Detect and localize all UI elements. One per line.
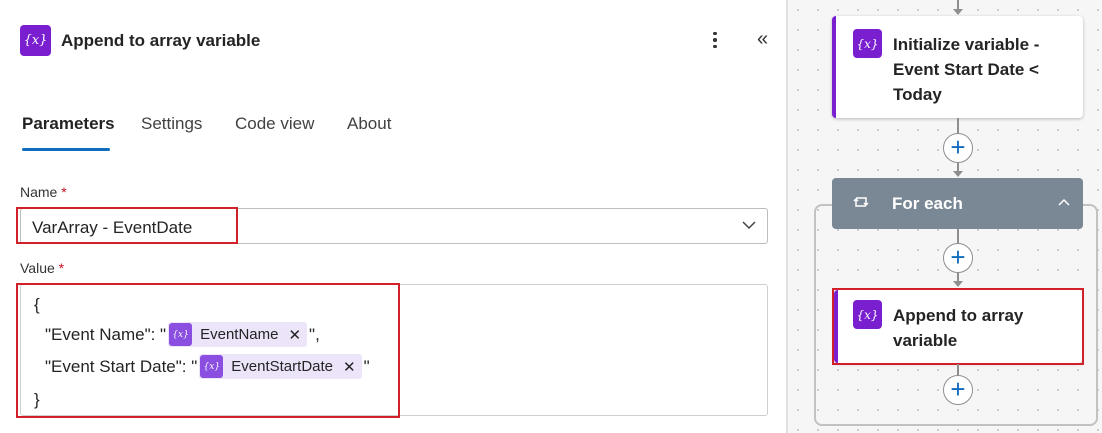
append-card-highlight-box (832, 288, 1084, 365)
variable-icon: {x} (853, 29, 882, 58)
value-label: Value * (20, 260, 64, 276)
chevron-down-icon (742, 221, 756, 230)
foreach-header[interactable]: For each (832, 178, 1083, 229)
tab-parameters[interactable]: Parameters (22, 114, 115, 134)
required-mark: * (58, 260, 65, 276)
connector-arrow (953, 171, 963, 177)
active-tab-indicator (22, 148, 110, 151)
init-variable-card[interactable]: {x} Initialize variable - Event Start Da… (832, 16, 1083, 118)
more-dot (713, 44, 717, 49)
name-highlight-box (16, 207, 238, 244)
name-label: Name * (20, 184, 67, 200)
required-mark: * (61, 184, 67, 200)
connector-arrow (953, 281, 963, 287)
more-options-button[interactable] (704, 28, 726, 52)
more-dot (713, 38, 717, 42)
collapse-panel-button[interactable]: « (750, 28, 772, 52)
loop-icon (853, 197, 869, 207)
tab-about[interactable]: About (347, 114, 391, 134)
value-highlight-box (16, 283, 400, 418)
add-step-button[interactable]: + (943, 243, 973, 273)
foreach-title: For each (892, 194, 963, 213)
action-details-panel: {x} Append to array variable « Parameter… (0, 0, 786, 433)
tab-code-view[interactable]: Code view (235, 114, 314, 134)
panel-title: Append to array variable (61, 31, 261, 50)
more-vertical-icon (713, 31, 717, 36)
add-step-button[interactable]: + (943, 375, 973, 405)
name-label-text: Name (20, 184, 58, 200)
init-variable-title: Initialize variable - Event Start Date <… (893, 35, 1040, 104)
value-label-text: Value (20, 260, 55, 276)
connector-arrow (953, 9, 963, 15)
card-accent (832, 16, 836, 118)
tab-settings[interactable]: Settings (141, 114, 202, 134)
variable-icon: {x} (20, 25, 51, 56)
add-step-button[interactable]: + (943, 133, 973, 163)
chevron-up-icon[interactable] (1057, 196, 1071, 210)
